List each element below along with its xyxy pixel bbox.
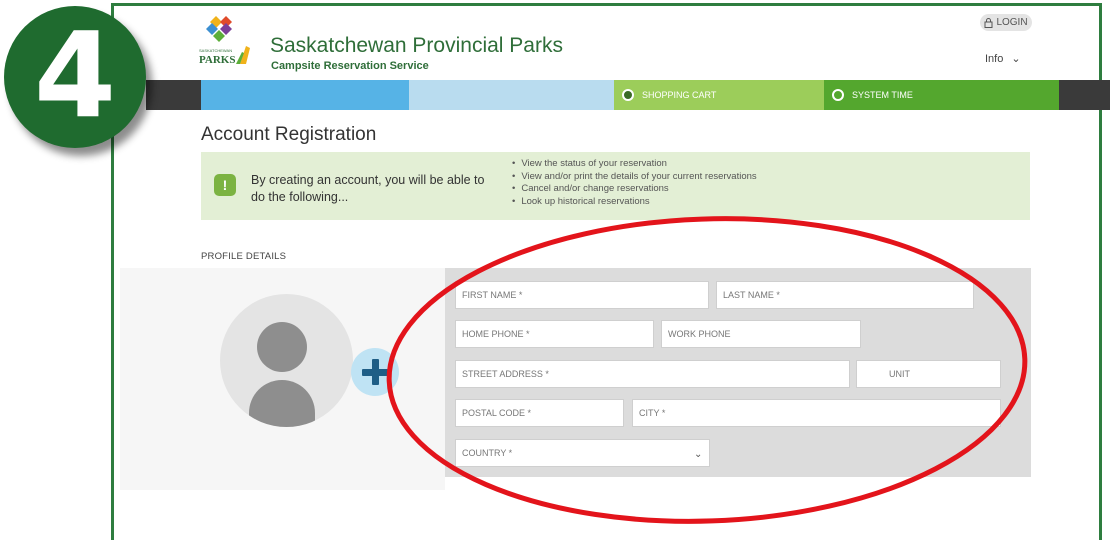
system-time-tab[interactable]: SYSTEM TIME	[824, 80, 1059, 110]
step-badge: 4	[4, 6, 146, 148]
benefits-list: View the status of your reservation View…	[512, 158, 757, 209]
nav-segment-light-blue[interactable]	[409, 80, 614, 110]
unit-input[interactable]	[856, 360, 1001, 388]
page-title: Account Registration	[201, 124, 377, 145]
exclamation-icon: !	[214, 174, 236, 196]
user-head-icon	[257, 322, 307, 372]
logo-small-text: SASKATCHEWAN	[199, 48, 232, 53]
info-text: By creating an account, you will be able…	[251, 173, 485, 204]
home-phone-input[interactable]	[455, 320, 654, 348]
parks-logo: SASKATCHEWAN PARKS	[199, 16, 250, 66]
info-menu[interactable]: Info ⌄	[985, 52, 1021, 65]
list-item: View the status of your reservation	[512, 158, 757, 171]
country-select[interactable]	[455, 439, 710, 467]
lock-icon	[984, 17, 993, 28]
user-body-icon	[249, 380, 315, 427]
login-button[interactable]: LOGIN	[980, 14, 1032, 31]
chevron-down-icon: ⌄	[1011, 53, 1021, 65]
shopping-cart-label: SHOPPING CART	[642, 90, 717, 100]
street-address-input[interactable]	[455, 360, 850, 388]
work-phone-input[interactable]	[661, 320, 861, 348]
postal-code-input[interactable]	[455, 399, 624, 427]
nav-segment-blue[interactable]	[201, 80, 409, 110]
nav-bar: SHOPPING CART SYSTEM TIME	[146, 80, 1110, 110]
clock-icon	[832, 89, 844, 101]
list-item: View and/or print the details of your cu…	[512, 171, 756, 184]
cart-icon	[622, 89, 634, 101]
logo-brand-text: PARKS	[199, 54, 235, 66]
info-label: Info	[985, 53, 1004, 65]
site-subtitle: Campsite Reservation Service	[271, 60, 429, 72]
login-label: LOGIN	[996, 17, 1028, 28]
last-name-input[interactable]	[716, 281, 974, 309]
avatar	[220, 294, 353, 427]
first-name-input[interactable]	[455, 281, 709, 309]
chevron-down-icon: ⌄	[694, 449, 703, 460]
profile-details-heading: PROFILE DETAILS	[201, 251, 287, 262]
system-time-label: SYSTEM TIME	[852, 90, 913, 100]
add-photo-button[interactable]	[351, 348, 399, 396]
step-number: 4	[33, 6, 117, 144]
site-title: Saskatchewan Provincial Parks	[270, 34, 563, 57]
list-item: Look up historical reservations	[512, 196, 757, 209]
list-item: Cancel and/or change reservations	[512, 183, 757, 196]
shopping-cart-tab[interactable]: SHOPPING CART	[614, 80, 824, 110]
city-input[interactable]	[632, 399, 1001, 427]
